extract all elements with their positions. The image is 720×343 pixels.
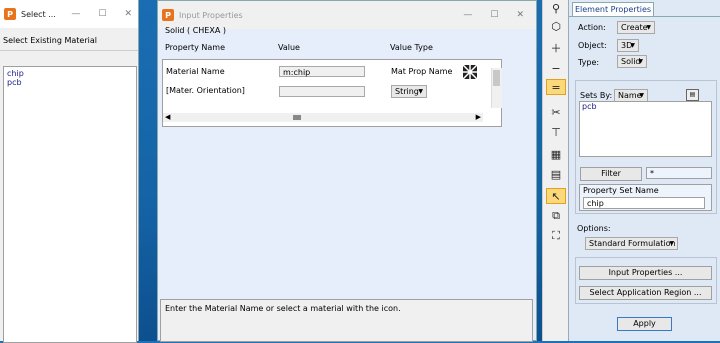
material-select-icon[interactable] xyxy=(462,64,478,80)
select-instruction: Select Existing Material xyxy=(3,36,97,45)
col-header-name: Property Name xyxy=(165,43,225,52)
grid-vertical-scrollbar[interactable] xyxy=(491,68,502,108)
type-label: Type: xyxy=(578,58,600,67)
apply-button[interactable]: Apply xyxy=(617,317,672,331)
col-header-type: Value Type xyxy=(390,43,433,52)
type-select[interactable]: Solid ▼ xyxy=(617,55,647,68)
tab-divider xyxy=(569,16,720,17)
layers-icon[interactable]: ▤ xyxy=(546,166,566,182)
options-select[interactable]: Standard Formulation ▼ xyxy=(585,237,678,250)
pointer-icon[interactable]: ↖ xyxy=(546,188,566,204)
material-list[interactable]: chip pcb xyxy=(3,66,137,343)
tool-icon-1[interactable]: ⚲ xyxy=(546,0,566,16)
chevron-down-icon: ▼ xyxy=(669,240,674,247)
close-icon[interactable]: ✕ xyxy=(124,9,132,19)
scroll-right-icon[interactable]: ▶ xyxy=(476,113,481,121)
filter-button[interactable]: Filter xyxy=(580,167,642,181)
message-box: Enter the Material Name or select a mate… xyxy=(160,299,533,342)
property-set-name-field[interactable]: chip xyxy=(583,197,705,209)
col-header-value: Value xyxy=(278,43,300,52)
object-select[interactable]: 3D ▼ xyxy=(617,39,639,52)
orientation-type-select[interactable]: String ▼ xyxy=(391,85,427,98)
property-set-group: Sets By: Name ▼ ▤ pcb Filter * Property S… xyxy=(575,80,717,214)
maximize-icon[interactable]: ☐ xyxy=(490,10,498,20)
chevron-down-icon: ▼ xyxy=(418,88,423,95)
options-value: Standard Formulation xyxy=(589,239,676,248)
grid-horizontal-scrollbar[interactable]: ◀ ▶ xyxy=(163,113,483,122)
object-label: Object: xyxy=(578,41,607,50)
buttons-group: Input Properties ... Select Application … xyxy=(575,257,717,304)
minimize-icon[interactable]: — xyxy=(463,10,472,20)
app-icon: P xyxy=(4,8,16,20)
select-window-title: Select ... xyxy=(21,9,56,19)
list-item[interactable]: chip xyxy=(4,69,136,78)
list-options-icon[interactable]: ▤ xyxy=(686,89,699,101)
element-properties-panel: Element Properties Action: Create ▼ Objec… xyxy=(568,0,720,341)
input-window-titlebar[interactable]: P Input Properties — ☐ ✕ xyxy=(158,1,536,29)
close-icon[interactable]: ✕ xyxy=(516,10,524,20)
action-select[interactable]: Create ▼ xyxy=(617,21,655,34)
chevron-down-icon: ▼ xyxy=(638,58,643,65)
grid-icon[interactable]: ▦ xyxy=(546,146,566,162)
vertical-toolbar: ⚲ ⬡ ＋ − = ✂ ⊤ ▦ ▤ ↖ ⧉ ⛶ xyxy=(542,0,569,341)
input-window-title: Input Properties xyxy=(179,10,243,20)
row-type-material: Mat Prop Name xyxy=(391,67,453,76)
material-name-field[interactable]: m:chip xyxy=(279,66,365,77)
frame-icon[interactable]: ⛶ xyxy=(546,228,566,244)
chevron-down-icon: ▼ xyxy=(646,24,651,31)
select-material-window: P Select ... — ☐ ✕ Select Existing Mater… xyxy=(0,0,139,343)
app-icon: P xyxy=(162,9,174,21)
scroll-thumb[interactable] xyxy=(493,70,500,86)
solid-label: Solid ( CHEXA ) xyxy=(165,26,226,35)
list-item[interactable]: pcb xyxy=(4,78,136,87)
property-set-name-label: Property Set Name xyxy=(583,186,659,195)
scroll-left-icon[interactable]: ◀ xyxy=(165,113,170,121)
filter-field[interactable]: * xyxy=(646,167,712,179)
scissors-icon[interactable]: ✂ xyxy=(546,104,566,120)
property-sets-list[interactable]: pcb xyxy=(579,101,712,157)
options-label: Options: xyxy=(577,224,611,233)
select-application-region-button[interactable]: Select Application Region ... xyxy=(579,286,712,300)
sets-by-value: Name xyxy=(618,91,642,100)
list-item[interactable]: pcb xyxy=(580,102,711,111)
orientation-type-value: String xyxy=(395,87,419,96)
cube-icon[interactable]: ⧉ xyxy=(546,208,566,224)
action-label: Action: xyxy=(578,23,606,32)
select-window-titlebar[interactable]: P Select ... — ☐ ✕ xyxy=(0,0,138,28)
scroll-thumb[interactable] xyxy=(293,115,301,120)
minus-icon[interactable]: − xyxy=(546,60,566,76)
row-name-material: Material Name xyxy=(166,67,225,76)
sets-by-label: Sets By: xyxy=(580,91,613,100)
minimize-icon[interactable]: — xyxy=(71,9,80,19)
chevron-down-icon: ▼ xyxy=(630,42,635,49)
action-value: Create xyxy=(621,23,648,32)
filter-icon[interactable]: ⊤ xyxy=(546,124,566,140)
property-set-name-box: Property Set Name chip xyxy=(579,184,712,211)
maximize-icon[interactable]: ☐ xyxy=(98,9,106,19)
plus-icon[interactable]: ＋ xyxy=(546,40,566,56)
input-properties-button[interactable]: Input Properties ... xyxy=(579,266,712,280)
tab-element-properties[interactable]: Element Properties xyxy=(572,2,654,17)
row-name-orientation: [Mater. Orientation] xyxy=(166,86,245,95)
orientation-field[interactable] xyxy=(279,86,365,97)
shape-icon[interactable]: ⬡ xyxy=(546,18,566,34)
input-properties-window: P Input Properties — ☐ ✕ Solid ( CHEXA )… xyxy=(157,0,537,342)
equals-icon[interactable]: = xyxy=(546,79,566,95)
